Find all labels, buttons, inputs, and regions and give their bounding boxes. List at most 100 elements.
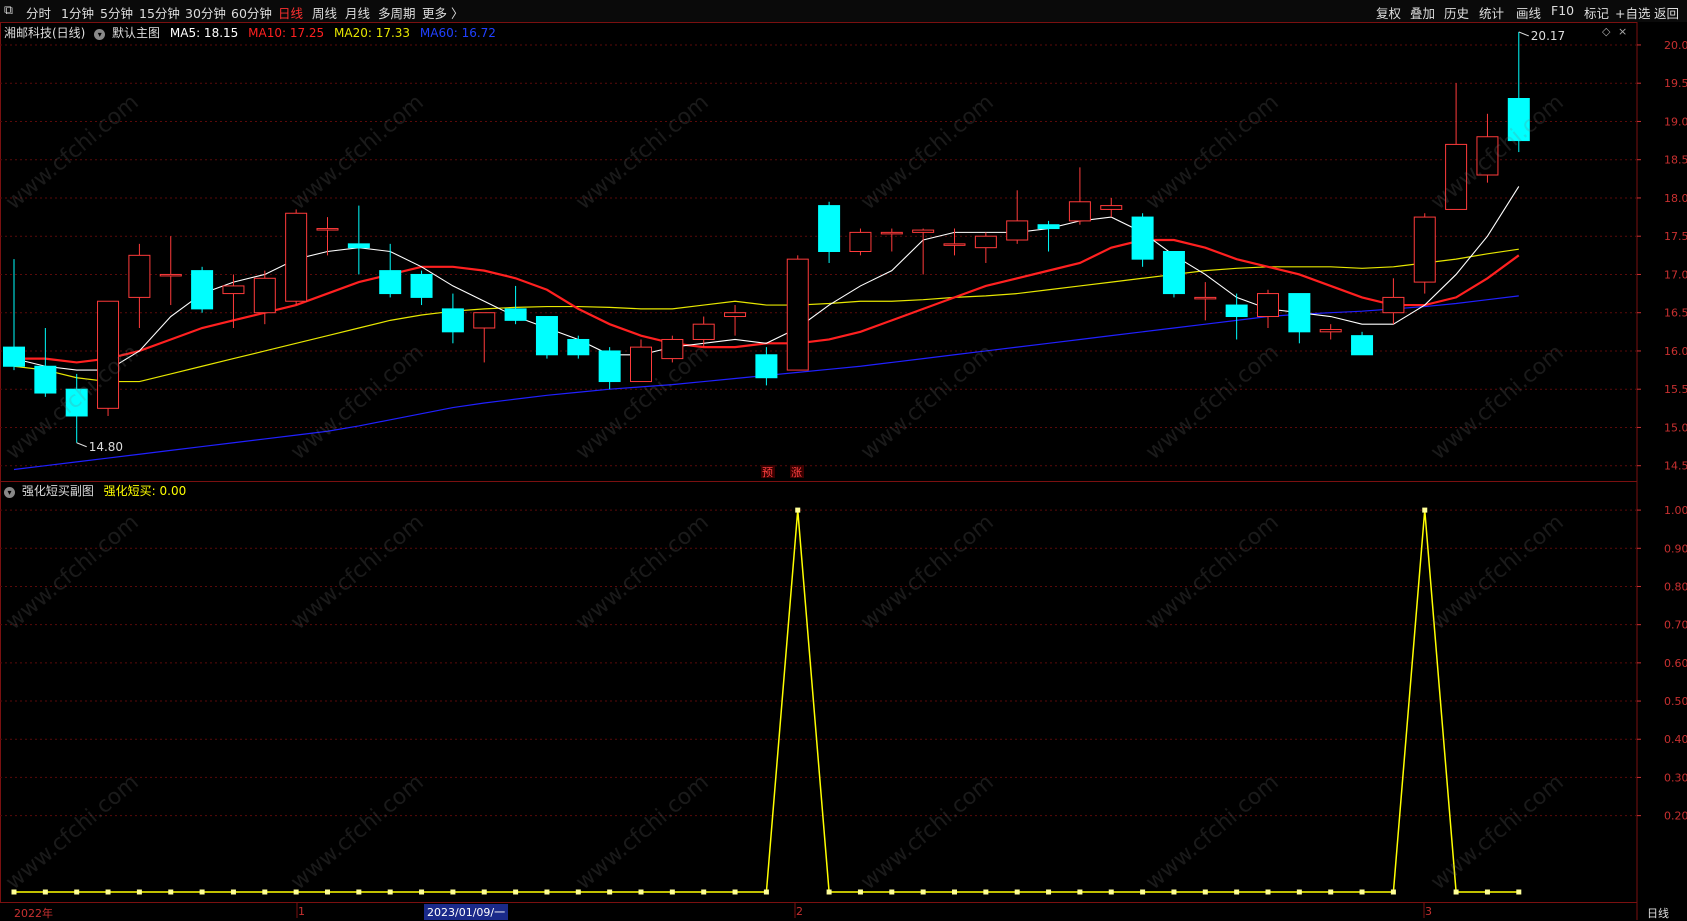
y-tick-label: 0.70 — [1664, 619, 1687, 632]
candle-body — [473, 312, 496, 329]
y-tick-label: 18.50 — [1664, 154, 1687, 167]
y-tick-label: 16.00 — [1664, 345, 1687, 358]
signal-point — [325, 889, 330, 895]
signal-point — [1140, 889, 1146, 895]
candle-body — [191, 270, 214, 310]
signal-point — [952, 889, 957, 895]
candle-body — [1257, 293, 1279, 318]
signal-tag: 预 — [762, 466, 773, 479]
candle-body — [441, 308, 464, 333]
candle-body — [316, 228, 339, 231]
sub-panel-frame — [0, 481, 1638, 903]
candle-body — [1131, 216, 1154, 260]
signal-point — [669, 889, 675, 895]
signal-point — [889, 889, 895, 895]
y-tick-label: 17.50 — [1664, 230, 1687, 243]
candle-body — [880, 231, 903, 235]
period-tag[interactable]: 日线 — [1647, 905, 1669, 921]
signal-point — [105, 889, 111, 895]
signal-point — [199, 889, 205, 895]
signal-point — [1328, 889, 1334, 895]
candle-body — [849, 231, 872, 252]
candle-body — [692, 323, 715, 340]
cursor-date-label: 2023/01/09/一 — [424, 904, 509, 920]
y-tick-label: 14.50 — [1664, 460, 1687, 473]
y-tick-label: 19.50 — [1664, 77, 1687, 90]
signal-point — [168, 889, 174, 895]
signal-point — [481, 889, 487, 895]
signal-point — [1171, 889, 1177, 895]
signal-point — [1202, 889, 1208, 895]
y-tick-label: 0.90 — [1664, 542, 1687, 555]
candle-body — [818, 205, 841, 253]
candle-body — [943, 243, 966, 246]
signal-point — [701, 889, 707, 895]
candle-body — [1037, 224, 1060, 230]
candle-body — [34, 365, 57, 394]
candle-body — [535, 316, 558, 356]
y-tick-label: 15.00 — [1664, 421, 1687, 434]
candle-body — [1100, 205, 1123, 210]
candle-body — [285, 212, 308, 302]
y-tick-label: 17.00 — [1664, 268, 1687, 281]
y-tick-label: 0.60 — [1664, 657, 1687, 670]
signal-point — [230, 889, 236, 895]
candle-body — [1288, 293, 1311, 333]
candle-body — [379, 270, 402, 295]
candle-body — [974, 235, 997, 249]
signal-point — [136, 889, 142, 895]
candle-body — [912, 229, 935, 233]
candle-body — [128, 254, 151, 298]
axis-month-label: 3 — [1425, 905, 1432, 918]
signal-point — [1046, 889, 1052, 895]
signal-point — [450, 889, 456, 895]
candle-body — [567, 338, 590, 356]
candle-body — [755, 354, 778, 379]
signal-point — [1516, 889, 1522, 895]
candle-body — [786, 258, 809, 371]
signal-point — [1296, 889, 1302, 895]
y-tick-label: 20.00 — [1664, 39, 1687, 52]
y-tick-label: 1.00 — [1664, 504, 1687, 517]
signal-point — [826, 889, 832, 895]
candle-body — [1351, 335, 1374, 356]
signal-point — [419, 889, 425, 895]
candle-body — [1413, 216, 1436, 283]
signal-point — [920, 889, 926, 895]
signal-point — [356, 889, 362, 895]
candle-body — [159, 273, 182, 277]
y-tick-label: 0.30 — [1664, 771, 1687, 784]
y-tick-label: 16.50 — [1664, 307, 1687, 320]
signal-point — [1359, 889, 1365, 895]
signal-point — [1484, 889, 1490, 895]
axis-month-label: 1 — [298, 905, 305, 918]
y-tick-label: 15.50 — [1664, 383, 1687, 396]
signal-point — [544, 889, 550, 895]
signal-tag: 涨 — [791, 466, 802, 479]
candle-body — [253, 277, 276, 314]
signal-point — [74, 889, 80, 895]
signal-point — [1014, 889, 1020, 895]
candle-body — [1382, 296, 1405, 314]
candle-body — [630, 346, 652, 383]
y-tick-label: 19.00 — [1664, 115, 1687, 128]
y-tick-label: 0.20 — [1664, 810, 1687, 823]
signal-point — [607, 889, 613, 895]
signal-point — [795, 507, 801, 513]
signal-point — [732, 889, 738, 895]
candle-body — [222, 285, 245, 295]
y-tick-label: 18.00 — [1664, 192, 1687, 205]
candle-body — [1006, 220, 1029, 241]
axis-month-label: 2 — [796, 905, 803, 918]
candle-body — [1194, 296, 1217, 300]
candle-body — [1225, 304, 1248, 318]
y-tick-label: 0.80 — [1664, 580, 1687, 593]
signal-point — [1390, 889, 1396, 895]
signal-point — [513, 889, 519, 895]
signal-point — [1234, 889, 1240, 895]
candle-body — [1068, 201, 1091, 222]
signal-point — [1108, 889, 1114, 895]
low-price-label: 14.80 — [89, 440, 123, 454]
signal-point — [387, 889, 393, 895]
kline-chart[interactable]: 20.00 19.50 19.00 18.50 18.00 17.50 17.00 16.50… — [0, 0, 1687, 920]
